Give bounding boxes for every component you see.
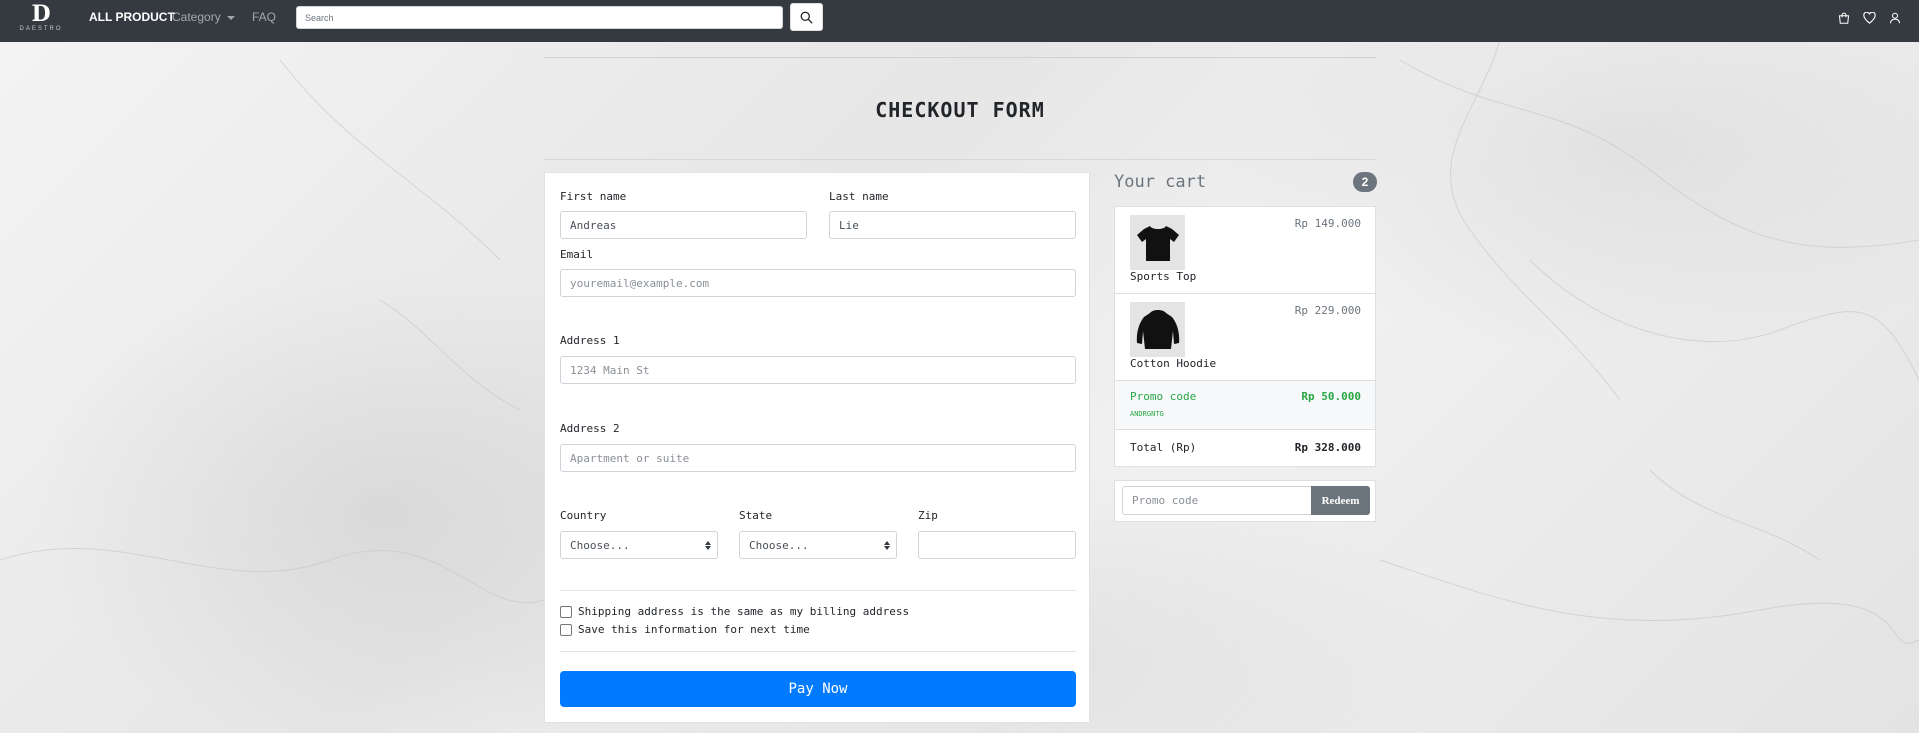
last-name-label: Last name [829,190,889,203]
t-shirt-icon [1136,225,1179,261]
address1-field[interactable]: 1234 Main St [560,356,1076,384]
cart-count-badge: 2 [1353,172,1377,192]
pay-now-button[interactable]: Pay Now [560,671,1076,707]
cart-total-row: Total (Rp) Rp 328.000 [1115,430,1375,466]
select-arrows-icon [884,540,890,550]
zip-field[interactable] [918,531,1076,559]
divider [544,159,1376,160]
logo-mark: D [31,1,51,27]
zip-label: Zip [918,509,938,522]
cart-item: Sports Top Rp 149.000 [1115,207,1375,294]
same-address-checkbox[interactable] [560,605,572,618]
first-name-label: First name [560,190,627,203]
search-button[interactable] [790,3,823,31]
checkout-form: First name Andreas Last name Lie Email y… [544,172,1090,723]
logo-text: DAESTRO [19,26,63,32]
heart-icon[interactable] [1861,10,1877,26]
state-label: State [739,509,773,522]
chevron-down-icon [226,15,235,20]
promo-code-row: Promo code ANDRGNTG Rp 50.000 [1115,381,1375,430]
shopping-bag-icon[interactable] [1836,10,1852,26]
total-label: Total (Rp) [1130,441,1197,454]
address2-field[interactable]: Apartment or suite [560,444,1076,472]
save-info-checkbox[interactable] [560,623,572,636]
hoodie-icon [1136,309,1179,349]
last-name-field[interactable]: Lie [829,211,1076,239]
country-label: Country [560,509,607,522]
save-info-label: Save this information for next time [578,623,810,636]
state-select[interactable]: Choose... [739,531,897,559]
search-input[interactable] [296,6,783,29]
nav-category-label: Category [172,10,221,24]
cart-list: Sports Top Rp 149.000 Cotton Hoodie Rp 2… [1114,206,1376,467]
cart-item-name: Cotton Hoodie [1130,357,1217,370]
country-select-value: Choose... [570,538,630,552]
cart-item-price: Rp 149.000 [1294,217,1361,230]
state-select-value: Choose... [749,538,809,552]
nav-faq[interactable]: FAQ [252,10,276,24]
brand-logo[interactable]: D DAESTRO [14,3,68,37]
total-amount: Rp 328.000 [1294,441,1361,454]
product-thumbnail [1130,215,1185,270]
page-title: CHECKOUT FORM [875,98,1045,122]
promo-amount: Rp 50.000 [1301,390,1361,403]
nav-all-product[interactable]: ALL PRODUCT [89,10,175,24]
same-address-checkbox-row[interactable]: Shipping address is the same as my billi… [560,605,909,618]
email-field[interactable]: youremail@example.com [560,269,1076,297]
redeem-button[interactable]: Redeem [1311,486,1370,515]
address1-label: Address 1 [560,334,620,347]
cart-item-price: Rp 229.000 [1294,304,1361,317]
product-thumbnail [1130,302,1185,357]
country-select[interactable]: Choose... [560,531,718,559]
nav-category-dropdown[interactable]: Category [172,10,235,24]
promo-code-value: ANDRGNTG [1130,410,1164,418]
select-arrows-icon [705,540,711,550]
user-icon[interactable] [1887,10,1903,26]
cart-item: Cotton Hoodie Rp 229.000 [1115,294,1375,381]
divider [544,57,1376,58]
cart-item-name: Sports Top [1130,270,1197,283]
promo-label: Promo code [1130,390,1197,403]
redeem-form: Promo code Redeem [1114,480,1376,522]
navbar: D DAESTRO ALL PRODUCT Category FAQ [0,0,1919,42]
divider [560,651,1076,652]
save-info-checkbox-row[interactable]: Save this information for next time [560,623,810,636]
cart-title: Your cart [1114,172,1207,192]
same-address-label: Shipping address is the same as my billi… [578,605,910,618]
first-name-field[interactable]: Andreas [560,211,807,239]
divider [560,590,1076,591]
address2-label: Address 2 [560,422,620,435]
search-icon [800,11,813,24]
promo-code-input[interactable]: Promo code [1122,486,1312,515]
email-label: Email [560,248,594,261]
